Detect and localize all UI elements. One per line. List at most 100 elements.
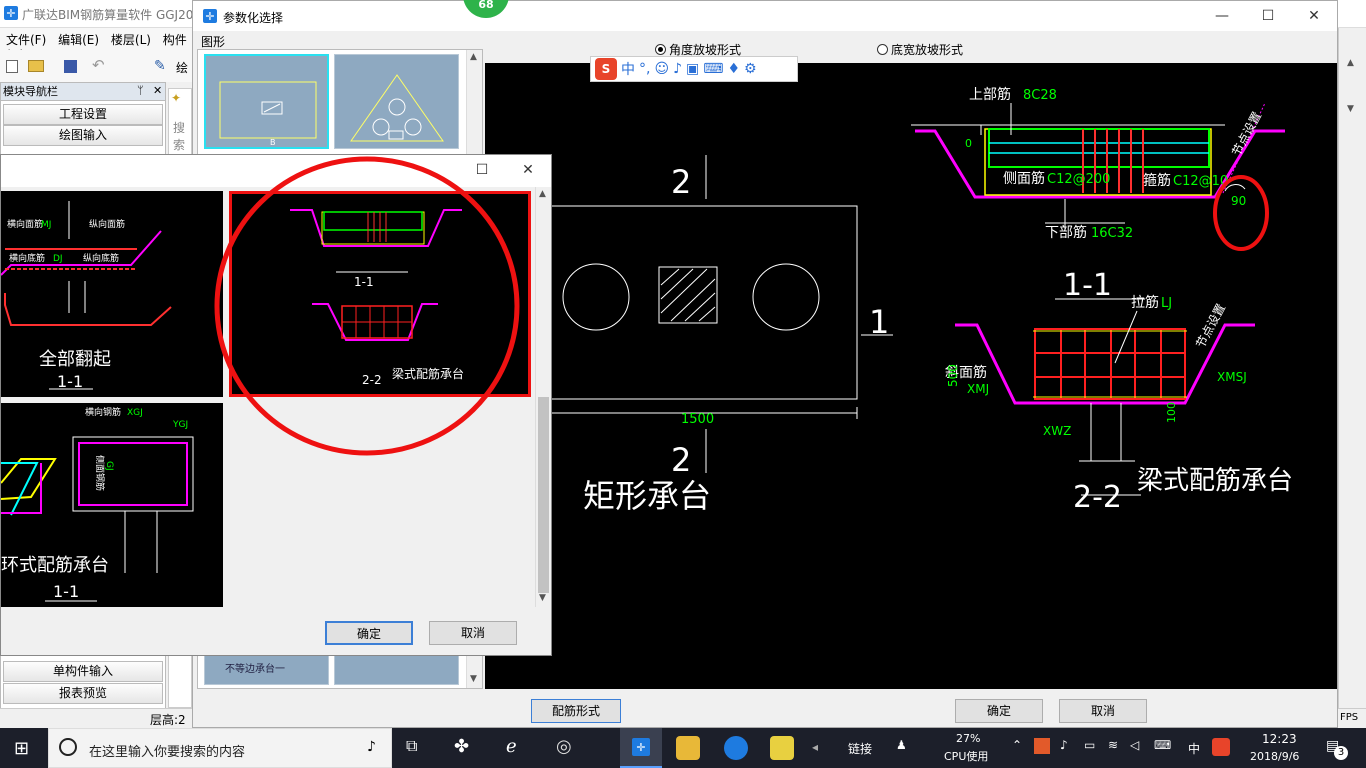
- main-menu-bar: 文件(F) 编辑(E) 楼层(L) 构件(N): [0, 28, 195, 62]
- mic-icon[interactable]: ♪: [367, 739, 376, 755]
- save-icon[interactable]: [64, 60, 77, 73]
- task-view-icon[interactable]: ⧉: [406, 736, 430, 760]
- beam-cap-title: 梁式配筋承台: [1137, 466, 1293, 496]
- ime-mic-icon[interactable]: ♪: [673, 61, 682, 77]
- tray-chevron-up-icon[interactable]: ⌃: [1012, 738, 1022, 752]
- cell1-h-face: 横向面筋: [7, 218, 43, 230]
- nav-header: 模块导航栏 ᛘ ✕: [1, 83, 165, 101]
- thumb-unequal-cap[interactable]: 不等边承台一: [204, 655, 329, 685]
- dialog-ok-button[interactable]: 确定: [325, 621, 413, 645]
- glodon-taskbar-app[interactable]: ✛: [620, 728, 662, 768]
- cpu-percent: 27%: [956, 732, 981, 745]
- main-right-scroll[interactable]: ▲ ▼: [1338, 28, 1366, 708]
- tray-expand-icon[interactable]: ◂: [812, 740, 818, 754]
- rebar-form-button[interactable]: 配筋形式: [531, 699, 621, 723]
- cell1-v-face: 纵向面筋: [89, 218, 125, 230]
- tray-user-icon[interactable]: ♟: [896, 738, 907, 752]
- tie-bar-value: LJ: [1161, 296, 1172, 311]
- open-folder-icon[interactable]: [28, 60, 44, 72]
- tray-wifi-icon[interactable]: ≋: [1108, 738, 1118, 752]
- thumb-rect-cap[interactable]: B: [204, 54, 329, 149]
- nav-project-settings[interactable]: 工程设置: [3, 104, 163, 125]
- option-ring-cap[interactable]: 横向钢筋 XGJ YGJ 侧面钢筋 GJ 环式配筋承台 1-1: [1, 403, 223, 607]
- draw-tool-label[interactable]: 绘: [176, 59, 188, 76]
- ime-tools-icon[interactable]: ▣: [686, 61, 699, 77]
- help-app-icon[interactable]: [770, 736, 794, 760]
- main-title: 广联达BIM钢筋算量软件 GGJ20: [22, 8, 194, 22]
- ime-settings-icon[interactable]: ⚙: [744, 61, 757, 77]
- cell1-v-bottom: 纵向底筋: [83, 252, 119, 264]
- dim-500: 500: [946, 364, 960, 387]
- tray-link-label[interactable]: 链接: [848, 740, 872, 757]
- radio-width-slope[interactable]: 底宽放坡形式: [877, 41, 963, 58]
- thumb-next-cap[interactable]: [334, 655, 459, 685]
- radio-selected-icon: [655, 44, 666, 55]
- nav-drawing-input[interactable]: 绘图输入: [3, 125, 163, 146]
- menu-file[interactable]: 文件(F): [6, 33, 46, 47]
- close-icon[interactable]: ✕: [153, 84, 162, 97]
- tray-battery-icon[interactable]: ▭: [1084, 738, 1095, 752]
- section-2-2-title: 2-2: [1073, 480, 1122, 515]
- undo-icon[interactable]: ↶: [92, 56, 105, 74]
- pin-icon[interactable]: ᛘ: [137, 84, 144, 97]
- param-cancel-button[interactable]: 取消: [1059, 699, 1147, 723]
- tray-sogou-icon[interactable]: [1212, 738, 1230, 756]
- notes-app-icon[interactable]: [676, 736, 700, 760]
- dialog-close-button[interactable]: ✕: [505, 159, 551, 181]
- stirrup-value: C12@10: [1173, 174, 1228, 189]
- clock-time[interactable]: 12:23: [1262, 732, 1297, 746]
- top-bar-value: 8C28: [1023, 88, 1057, 103]
- option-all-up[interactable]: 横向面筋 MJ 纵向面筋 横向底筋 DJ 纵向底筋 全部翻起 1-1: [1, 191, 223, 397]
- ime-lang-toggle[interactable]: 中: [621, 59, 635, 79]
- nav-report-preview[interactable]: 报表预览: [3, 683, 163, 704]
- stirrup-label: 箍筋: [1143, 172, 1171, 189]
- tray-ime-label[interactable]: 中: [1188, 740, 1200, 757]
- ime-keyboard-icon[interactable]: ⌨: [703, 61, 723, 77]
- nav-single-component-input[interactable]: 单构件输入: [3, 661, 163, 682]
- ime-punct-toggle[interactable]: °,: [639, 61, 650, 77]
- cell3-section: 1-1: [53, 582, 79, 601]
- xmsj-label: XMSJ: [1217, 370, 1247, 384]
- xwz-label: XWZ: [1043, 424, 1071, 438]
- tray-bell-icon[interactable]: ♪: [1060, 738, 1068, 752]
- clock-date[interactable]: 2018/9/6: [1250, 750, 1299, 763]
- ime-toolbar: S 中 °, ☺ ♪ ▣ ⌨ ♦ ⚙: [590, 56, 798, 82]
- sogou-ime-icon[interactable]: S: [595, 58, 617, 80]
- minimize-button[interactable]: —: [1199, 5, 1245, 27]
- dialog-scrollbar[interactable]: ▲ ▼: [535, 187, 551, 607]
- cell2-section-11: 1-1: [354, 275, 374, 289]
- windows-start-icon[interactable]: ⊞: [14, 738, 29, 759]
- thumb-tri-cap[interactable]: [334, 54, 459, 149]
- menu-floor[interactable]: 楼层(L): [111, 33, 151, 47]
- rect-cap-title: 矩形承台: [583, 477, 711, 515]
- edge-browser-icon[interactable]: ℯ: [506, 736, 530, 760]
- g-app-icon[interactable]: [724, 736, 748, 760]
- spiral-app-icon[interactable]: ◎: [556, 736, 580, 760]
- maximize-button[interactable]: ☐: [1245, 5, 1291, 27]
- tray-keyboard-icon[interactable]: ⌨: [1154, 738, 1171, 752]
- fan-app-icon[interactable]: ✤: [454, 736, 478, 760]
- shapes-label: 图形: [201, 35, 226, 49]
- tray-volume-icon[interactable]: ◁: [1130, 738, 1139, 752]
- nav-title: 模块导航栏: [3, 85, 58, 98]
- close-window-button[interactable]: ✕: [1291, 5, 1337, 27]
- new-file-icon[interactable]: [6, 60, 18, 73]
- param-ok-button[interactable]: 确定: [955, 699, 1043, 723]
- fps-status: FPS: [1340, 712, 1359, 723]
- menu-edit[interactable]: 编辑(E): [58, 33, 99, 47]
- dialog-scroll-thumb[interactable]: [538, 397, 549, 593]
- draw-tool-icon[interactable]: ✎: [154, 58, 166, 74]
- tray-app-icon[interactable]: [1034, 738, 1050, 754]
- windows-taskbar: ⊞ 在这里输入你要搜索的内容 ♪ ⧉ ✤ ℯ ◎ ✛ ◂ 链接 ♟ 27% CP…: [0, 728, 1366, 768]
- option-beam-cap-selected[interactable]: 1-1 2-2 梁式配筋承台: [229, 191, 531, 397]
- cell3-ygj: YGJ: [172, 420, 188, 430]
- taskbar-search-box[interactable]: 在这里输入你要搜索的内容 ♪: [48, 728, 392, 768]
- cell1-dj: DJ: [53, 254, 63, 264]
- ime-skin-icon[interactable]: ♦: [727, 61, 740, 77]
- dialog-maximize-button[interactable]: ☐: [459, 159, 505, 181]
- tie-bar-label: 拉筋: [1131, 294, 1159, 311]
- search-partial[interactable]: 搜索: [173, 119, 191, 153]
- ime-emoji-icon[interactable]: ☺: [654, 61, 669, 77]
- dialog-cancel-button[interactable]: 取消: [429, 621, 517, 645]
- section-1-1-title: 1-1: [1063, 268, 1112, 303]
